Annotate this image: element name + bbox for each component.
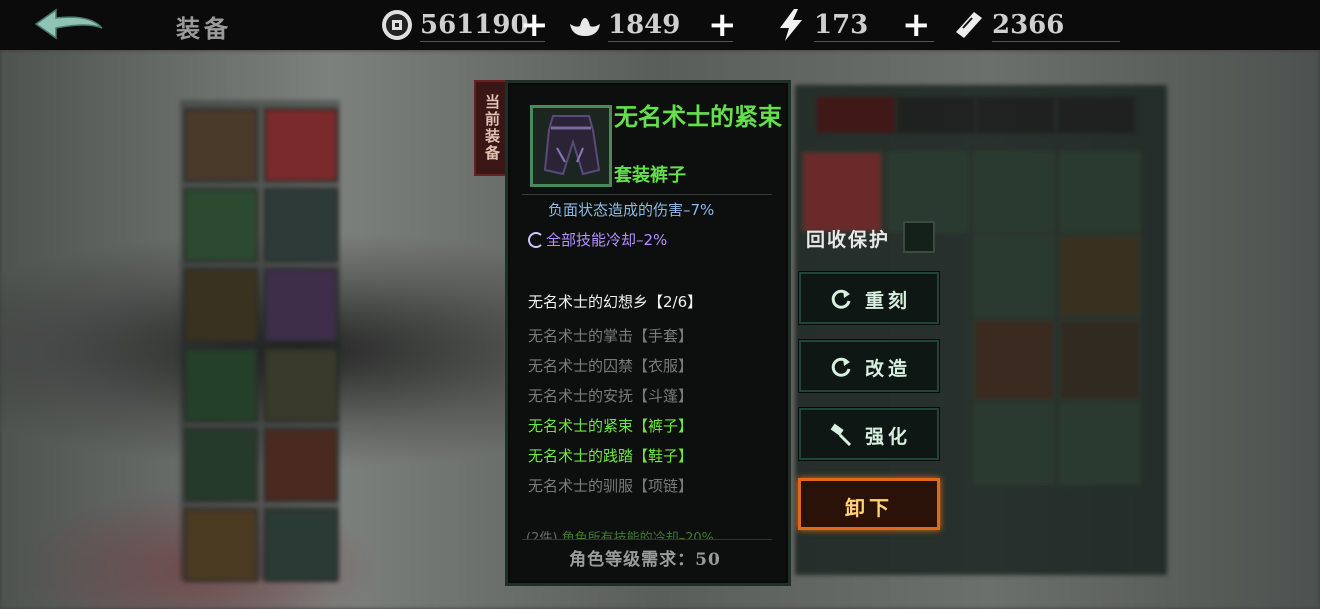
equip-slot[interactable] — [184, 268, 258, 342]
equip-slot[interactable] — [264, 188, 338, 262]
coins-value: 561190 — [420, 10, 529, 40]
item-name: 无名术士的紧束 — [614, 102, 782, 131]
add-silver-button[interactable]: + — [708, 5, 737, 45]
recycle-protect-checkbox[interactable] — [903, 221, 935, 253]
refresh-icon — [831, 289, 851, 309]
set-item-list: 无名术士的掌击【手套】 无名术士的囚禁【衣服】 无名术士的安抚【斗篷】 无名术士… — [528, 321, 693, 501]
inventory-slot[interactable] — [1059, 403, 1141, 485]
enhance-button[interactable]: 强化 — [799, 408, 939, 460]
equip-slot[interactable] — [184, 348, 258, 422]
set-item: 无名术士的安抚【斗篷】 — [528, 387, 694, 405]
inventory-slot[interactable] — [973, 319, 1055, 401]
refresh-icon — [831, 357, 851, 377]
silver-ingot-icon — [570, 18, 600, 36]
add-coins-button[interactable]: + — [520, 5, 549, 45]
unequip-button[interactable]: 卸下 — [798, 478, 940, 530]
set-bonus: (2件) 角色所有技能的冷却–20% — [526, 527, 776, 539]
set-item: 无名术士的驯服【项链】 — [528, 477, 694, 495]
item-icon — [530, 105, 612, 187]
inventory-tab[interactable] — [897, 97, 975, 133]
add-energy-button[interactable]: + — [902, 5, 931, 45]
hammer-icon — [830, 423, 852, 447]
set-item: 无名术士的掌击【手套】 — [528, 327, 694, 345]
coin-icon — [382, 10, 412, 40]
inventory-tab[interactable] — [977, 97, 1055, 133]
resource-coins: 561190 + — [380, 5, 550, 45]
recycle-protect-label: 回收保护 — [806, 229, 891, 251]
reforge-button[interactable]: 重刻 — [799, 272, 939, 324]
set-item: 无名术士的紧束【裤子】 — [528, 417, 694, 435]
resource-energy: 173 + — [774, 5, 944, 45]
cooldown-icon — [528, 232, 544, 248]
lightning-icon — [780, 9, 802, 41]
resource-silver: 1849 + — [568, 5, 738, 45]
inventory-slot[interactable] — [1059, 319, 1141, 401]
back-arrow-icon[interactable] — [32, 6, 106, 44]
silver-value: 1849 — [608, 10, 681, 40]
equip-slot[interactable] — [264, 508, 338, 582]
page-title: 装备 — [176, 14, 232, 43]
item-tooltip-card: 无名术士的紧束 套装裤子 负面状态造成的伤害–7% 全部技能冷却–2% 无名术士… — [505, 80, 791, 586]
equip-slot[interactable] — [264, 348, 338, 422]
equipped-slots-panel — [180, 100, 340, 582]
set-bonus-prefix: (2件) — [526, 531, 558, 539]
equip-slot[interactable] — [184, 508, 258, 582]
equip-slot[interactable] — [184, 188, 258, 262]
tickets-value: 2366 — [992, 10, 1065, 40]
unequip-label: 卸下 — [845, 496, 893, 520]
equip-slot[interactable] — [264, 108, 338, 182]
inventory-tabs — [817, 97, 1137, 137]
stat-text: 全部技能冷却–2% — [546, 231, 668, 249]
set-title: 无名术士的幻想乡【2/6】 — [528, 293, 703, 311]
set-bonus-text: 角色所有技能的冷却–20% — [561, 531, 714, 539]
modify-button[interactable]: 改造 — [799, 340, 939, 392]
pants-icon — [543, 115, 601, 176]
inventory-slot[interactable] — [1059, 151, 1141, 233]
modify-label: 改造 — [865, 358, 912, 380]
inventory-slot[interactable] — [973, 403, 1055, 485]
stat-line: 全部技能冷却–2% — [528, 229, 667, 250]
top-bar: 装备 561190 + 1849 + 173 + 2366 — [0, 0, 1320, 50]
equip-slot[interactable] — [264, 268, 338, 342]
ticket-icon — [956, 12, 982, 38]
set-item: 无名术士的践踏【鞋子】 — [528, 447, 694, 465]
inventory-tab[interactable] — [1057, 97, 1135, 133]
equip-slot[interactable] — [184, 428, 258, 502]
inventory-slot[interactable] — [1059, 235, 1141, 317]
equip-slot[interactable] — [184, 108, 258, 182]
level-requirement: 角色等级需求：50 — [569, 550, 721, 570]
inventory-slot[interactable] — [801, 151, 883, 233]
resource-tickets: 2366 — [952, 5, 1122, 45]
divider — [522, 539, 772, 540]
inventory-slot[interactable] — [973, 151, 1055, 233]
item-type: 套装裤子 — [614, 165, 686, 186]
inventory-tab[interactable] — [817, 97, 895, 133]
stat-line: 负面状态造成的伤害–7% — [548, 201, 715, 219]
inventory-slot[interactable] — [973, 235, 1055, 317]
current-equipped-tag: 当前装备 — [474, 80, 508, 176]
set-item: 无名术士的囚禁【衣服】 — [528, 357, 694, 375]
reforge-label: 重刻 — [865, 290, 912, 312]
energy-value: 173 — [814, 10, 869, 40]
divider — [522, 194, 772, 195]
divider — [992, 41, 1120, 42]
equip-slot[interactable] — [264, 428, 338, 502]
enhance-label: 强化 — [865, 426, 912, 448]
